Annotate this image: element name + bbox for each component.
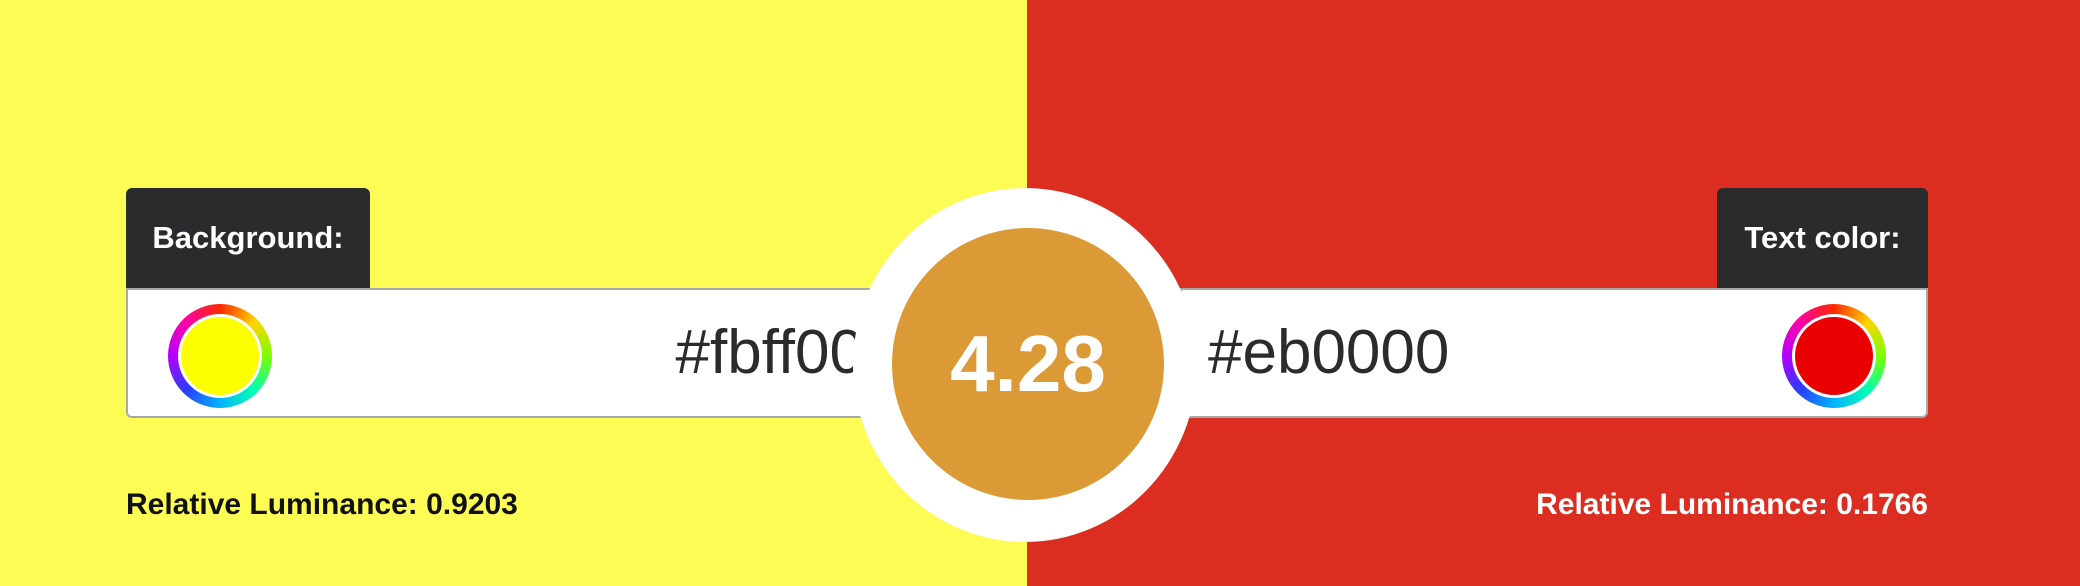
text-color-hex-input[interactable]: #eb0000 — [1208, 290, 1449, 416]
background-label: Background: — [126, 188, 370, 288]
text-color-luminance-value: 0.1766 — [1836, 488, 1928, 521]
background-luminance-value: 0.9203 — [426, 488, 518, 521]
text-color-label: Text color: — [1717, 188, 1928, 288]
background-color-picker-icon[interactable] — [168, 304, 272, 408]
background-input-bar[interactable]: #fbff00 — [126, 288, 886, 418]
text-color-swatch — [1793, 315, 1875, 397]
contrast-ratio: 4.28 — [892, 228, 1164, 500]
text-color-picker-icon[interactable] — [1782, 304, 1886, 408]
background-swatch — [179, 315, 261, 397]
background-hex-input[interactable]: #fbff00 — [676, 290, 864, 416]
background-luminance-label: Relative Luminance: — [126, 488, 418, 521]
text-color-input-bar[interactable]: #eb0000 — [1180, 288, 1928, 418]
background-luminance: Relative Luminance: 0.9203 — [126, 488, 518, 522]
text-color-luminance: Relative Luminance: 0.1766 — [1536, 488, 1928, 522]
text-color-luminance-label: Relative Luminance: — [1536, 488, 1828, 521]
